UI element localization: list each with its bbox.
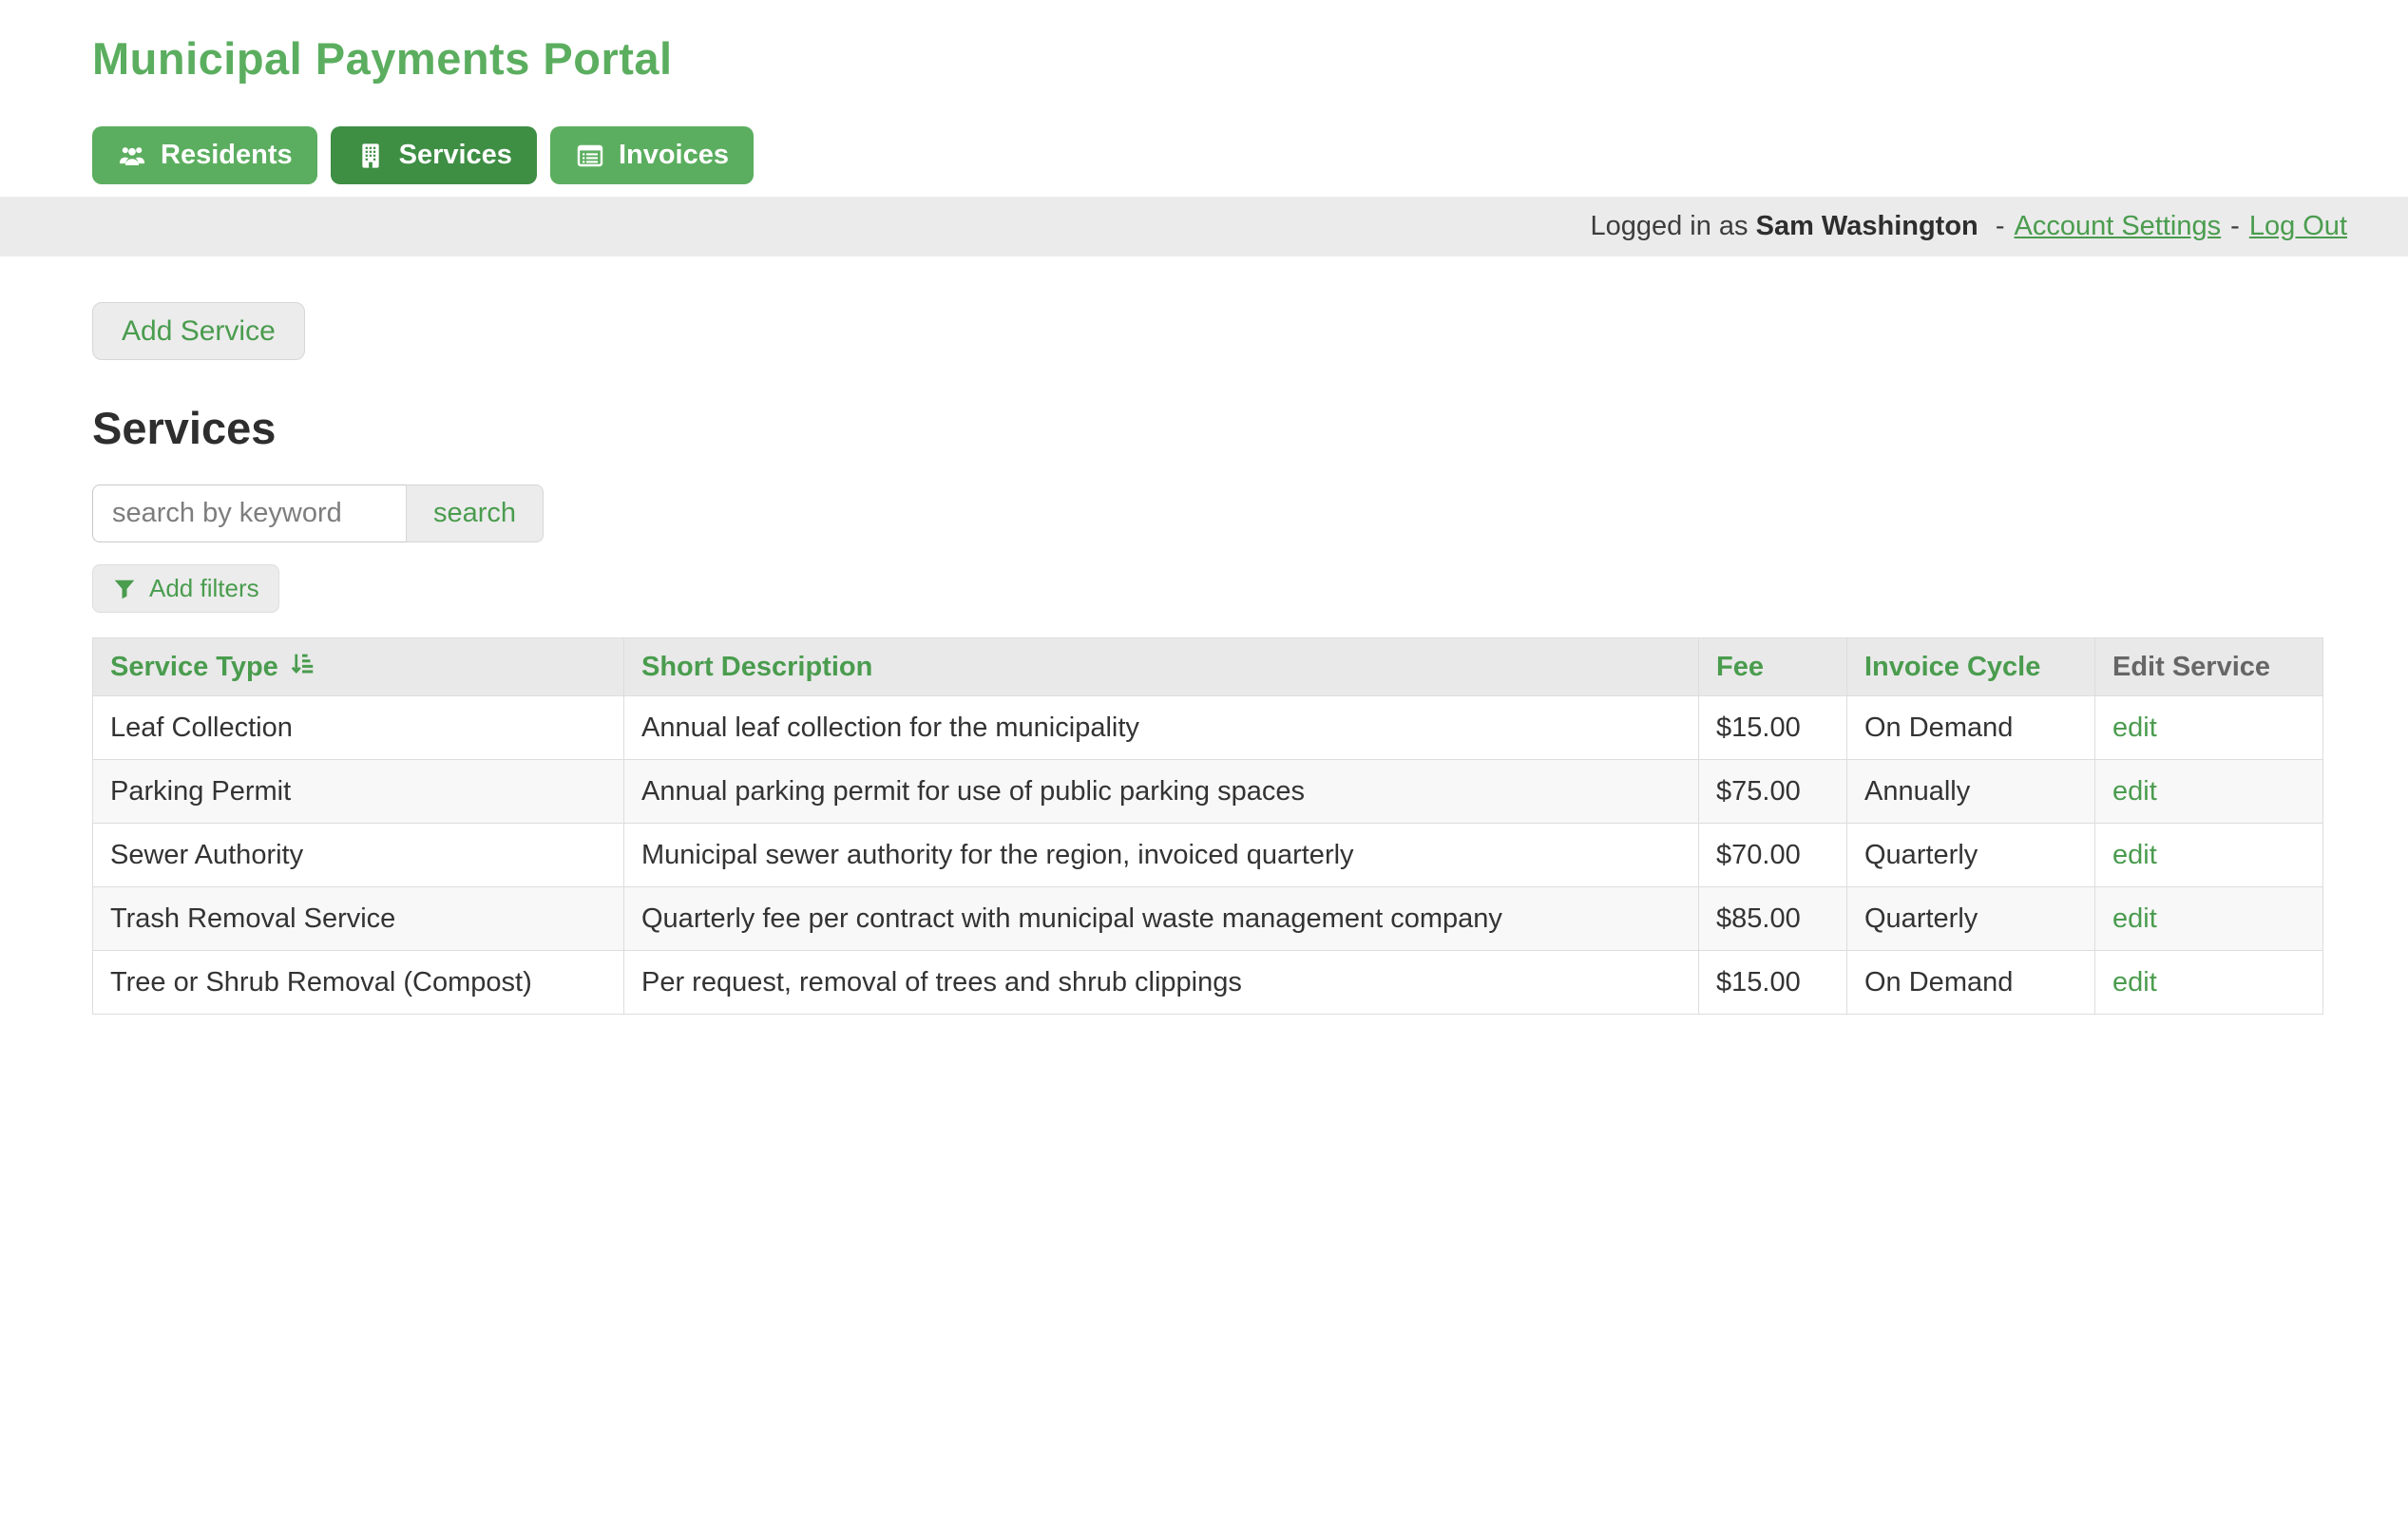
column-header-invoice-cycle[interactable]: Invoice Cycle <box>1864 652 2040 683</box>
masthead: Municipal Payments Portal Residents <box>0 0 2408 184</box>
nav-tab-label: Invoices <box>619 140 729 171</box>
session-user: Sam Washington <box>1756 211 1978 241</box>
column-label: Short Description <box>641 652 872 683</box>
column-label: Fee <box>1716 652 1764 683</box>
service-type-cell: Parking Permit <box>93 760 624 824</box>
description-cell: Municipal sewer authority for the region… <box>624 824 1699 887</box>
edit-service-cell: edit <box>2095 760 2323 824</box>
services-table: Service Type <box>92 637 2323 1015</box>
add-filters-label: Add filters <box>149 574 259 603</box>
fee-cell: $15.00 <box>1699 696 1847 760</box>
fee-cell: $70.00 <box>1699 824 1847 887</box>
column-header-service-type[interactable]: Service Type <box>110 649 316 685</box>
nav-tab-label: Services <box>399 140 512 171</box>
separator: - <box>1996 211 2005 241</box>
search-input[interactable] <box>92 484 407 542</box>
edit-service-link[interactable]: edit <box>2112 712 2157 743</box>
edit-service-cell: edit <box>2095 951 2323 1015</box>
table-row: Leaf Collection Annual leaf collection f… <box>93 696 2323 760</box>
add-service-button[interactable]: Add Service <box>92 302 305 360</box>
column-label: Service Type <box>110 652 278 683</box>
sort-descending-icon <box>288 649 316 685</box>
table-header-row: Service Type <box>93 638 2323 696</box>
building-icon <box>355 141 386 171</box>
table-row: Trash Removal Service Quarterly fee per … <box>93 887 2323 951</box>
search-row: search <box>92 484 2408 542</box>
description-cell: Annual parking permit for use of public … <box>624 760 1699 824</box>
edit-service-cell: edit <box>2095 696 2323 760</box>
column-header-edit-service: Edit Service <box>2095 638 2323 696</box>
nav-tab-residents[interactable]: Residents <box>92 126 317 184</box>
table-row: Sewer Authority Municipal sewer authorit… <box>93 824 2323 887</box>
separator: - <box>2230 211 2240 241</box>
invoice-icon <box>575 141 605 171</box>
invoice-cycle-cell: Quarterly <box>1847 887 2095 951</box>
edit-service-cell: edit <box>2095 824 2323 887</box>
table-row: Parking Permit Annual parking permit for… <box>93 760 2323 824</box>
edit-service-cell: edit <box>2095 887 2323 951</box>
description-cell: Per request, removal of trees and shrub … <box>624 951 1699 1015</box>
service-type-cell: Trash Removal Service <box>93 887 624 951</box>
description-cell: Quarterly fee per contract with municipa… <box>624 887 1699 951</box>
nav-tab-invoices[interactable]: Invoices <box>550 126 754 184</box>
fee-cell: $15.00 <box>1699 951 1847 1015</box>
column-label: Invoice Cycle <box>1864 652 2040 683</box>
search-button[interactable]: search <box>406 484 544 542</box>
main-content: Add Service Services search Add filters … <box>0 256 2408 1015</box>
nav-tab-label: Residents <box>161 140 293 171</box>
filter-funnel-icon <box>112 577 137 601</box>
edit-service-link[interactable]: edit <box>2112 776 2157 807</box>
invoice-cycle-cell: Annually <box>1847 760 2095 824</box>
add-filters-button[interactable]: Add filters <box>92 564 279 613</box>
column-header-fee[interactable]: Fee <box>1716 652 1764 683</box>
session-text: Logged in as Sam Washington -Account Set… <box>1590 211 2347 242</box>
edit-service-link[interactable]: edit <box>2112 840 2157 870</box>
users-icon <box>117 141 147 171</box>
app-title: Municipal Payments Portal <box>92 32 2408 85</box>
invoice-cycle-cell: On Demand <box>1847 951 2095 1015</box>
table-row: Tree or Shrub Removal (Compost) Per requ… <box>93 951 2323 1015</box>
account-settings-link[interactable]: Account Settings <box>2015 211 2222 241</box>
column-header-short-description[interactable]: Short Description <box>641 652 872 683</box>
service-type-cell: Sewer Authority <box>93 824 624 887</box>
session-bar: Logged in as Sam Washington -Account Set… <box>0 197 2408 256</box>
edit-service-link[interactable]: edit <box>2112 903 2157 934</box>
log-out-link[interactable]: Log Out <box>2249 211 2347 241</box>
services-heading: Services <box>92 402 2408 454</box>
edit-service-link[interactable]: edit <box>2112 967 2157 998</box>
services-table-body: Leaf Collection Annual leaf collection f… <box>93 696 2323 1015</box>
description-cell: Annual leaf collection for the municipal… <box>624 696 1699 760</box>
main-nav: Residents Services <box>92 126 2408 184</box>
nav-tab-services[interactable]: Services <box>331 126 537 184</box>
session-prefix: Logged in as <box>1590 211 1748 241</box>
invoice-cycle-cell: Quarterly <box>1847 824 2095 887</box>
fee-cell: $85.00 <box>1699 887 1847 951</box>
fee-cell: $75.00 <box>1699 760 1847 824</box>
service-type-cell: Leaf Collection <box>93 696 624 760</box>
invoice-cycle-cell: On Demand <box>1847 696 2095 760</box>
service-type-cell: Tree or Shrub Removal (Compost) <box>93 951 624 1015</box>
